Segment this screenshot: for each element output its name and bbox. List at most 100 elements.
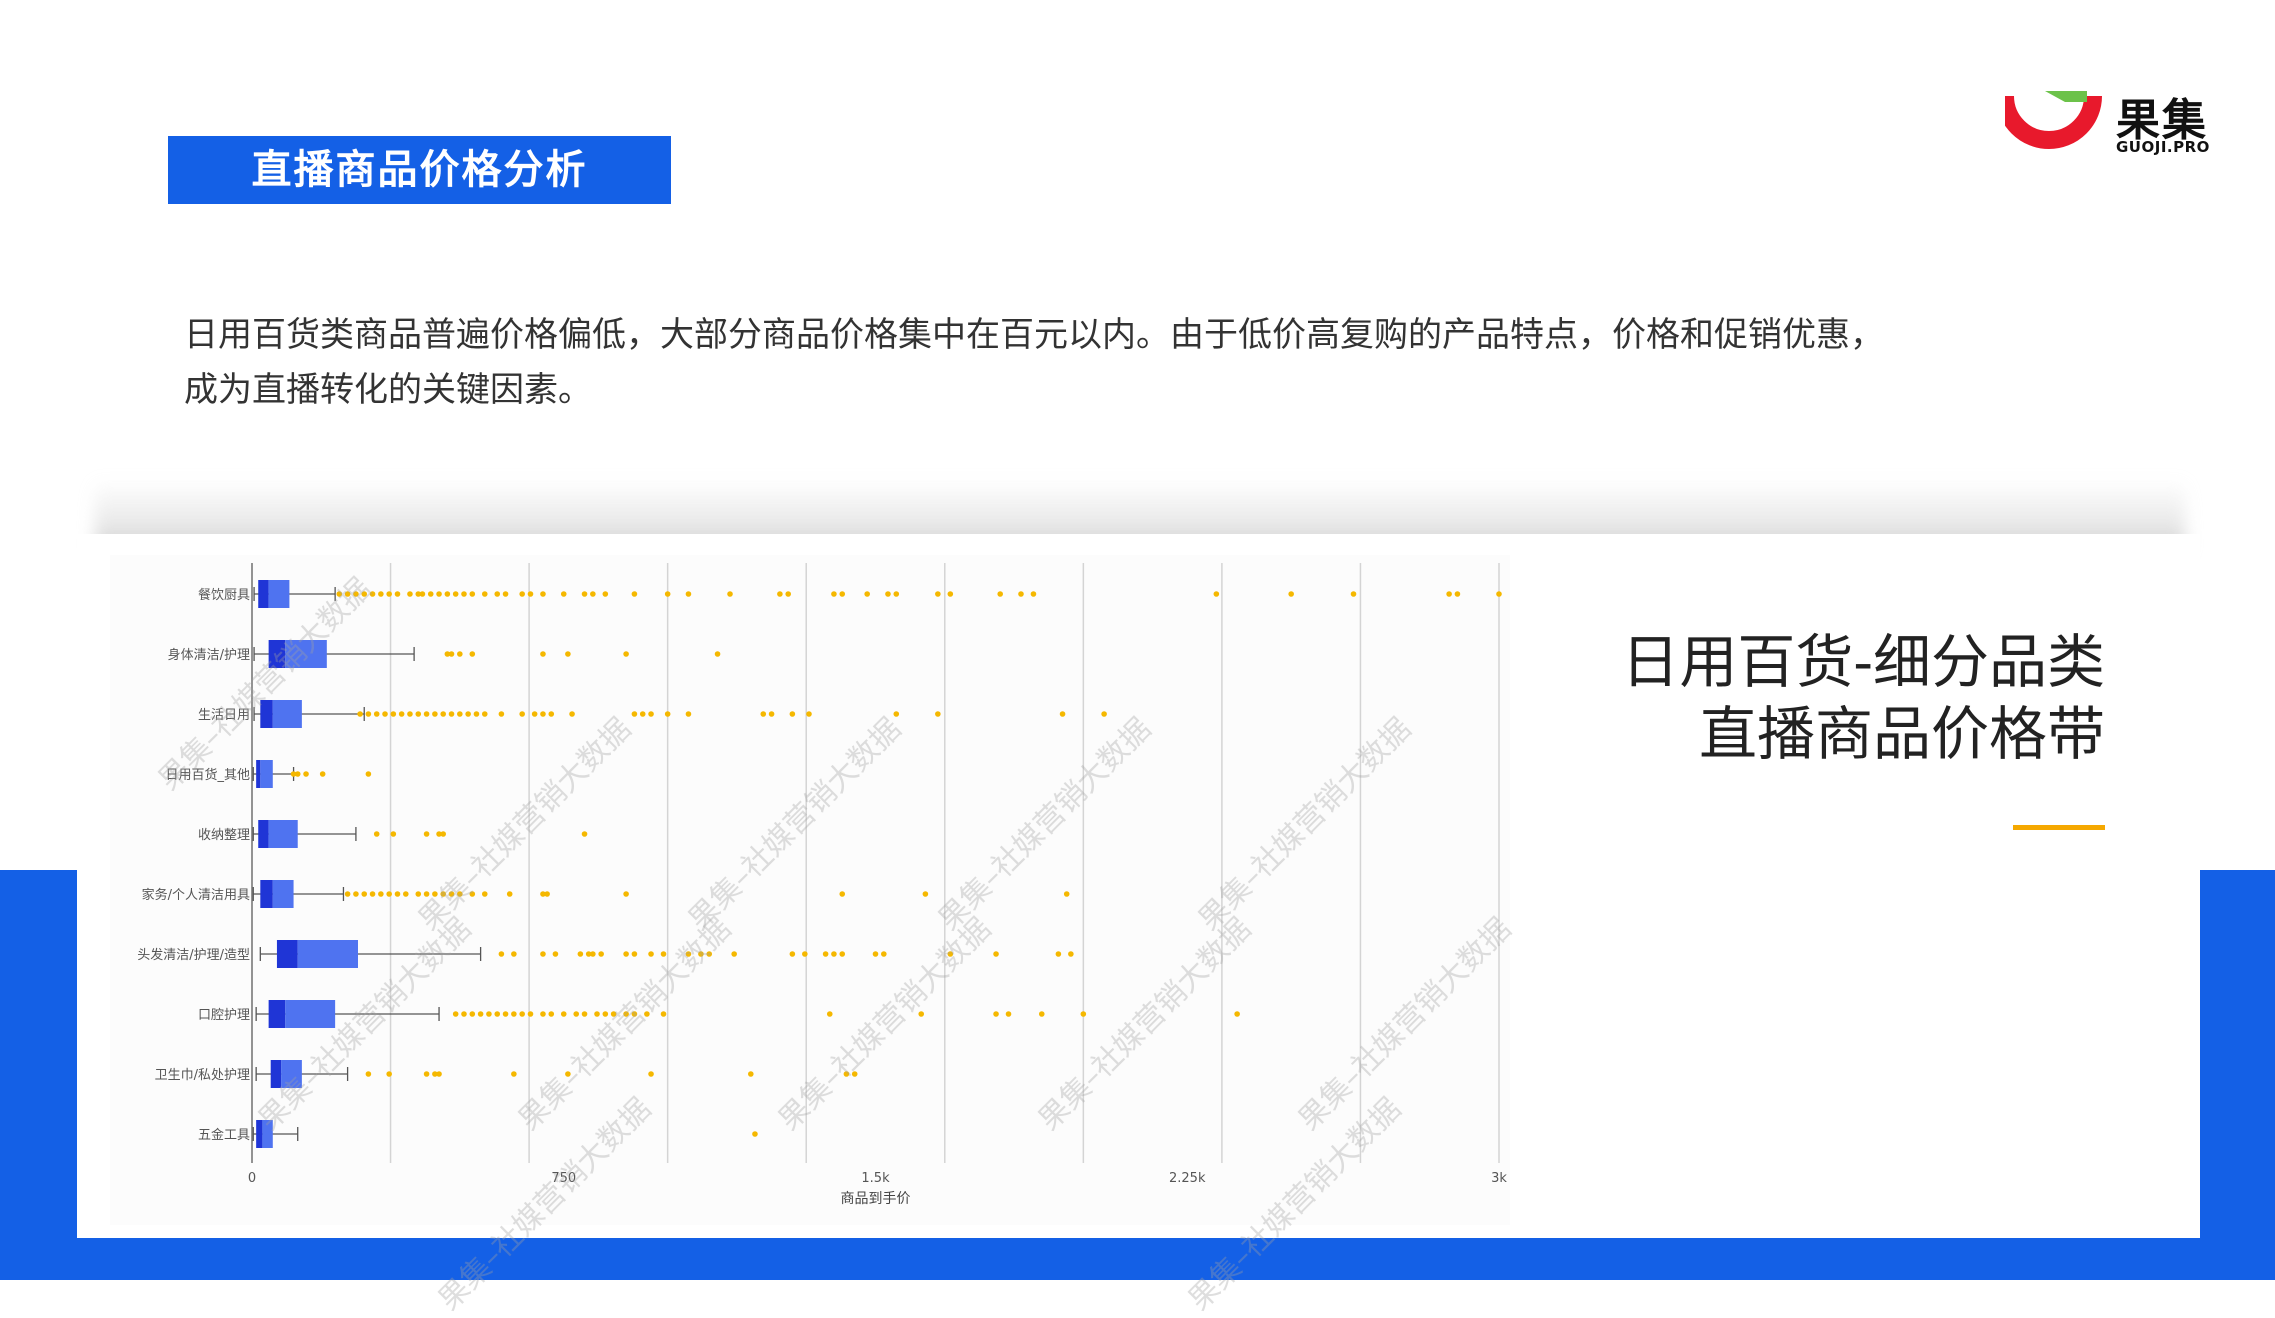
outlier-point bbox=[398, 711, 405, 717]
box-lower bbox=[276, 940, 298, 968]
outlier-point bbox=[822, 951, 829, 957]
outlier-point bbox=[631, 711, 638, 717]
outlier-point bbox=[432, 891, 438, 897]
outlier-point bbox=[494, 1011, 501, 1017]
outlier-point bbox=[664, 591, 671, 597]
outlier-point bbox=[1454, 591, 1461, 597]
outlier-point bbox=[511, 951, 517, 957]
outlier-point bbox=[511, 1071, 517, 1077]
box-upper bbox=[281, 1060, 302, 1088]
accent-underline bbox=[2013, 825, 2105, 830]
outlier-point bbox=[1059, 711, 1066, 717]
outlier-point bbox=[344, 891, 351, 897]
outlier-point bbox=[365, 711, 372, 717]
outlier-point bbox=[706, 951, 713, 957]
box-upper bbox=[285, 640, 327, 668]
outlier-point bbox=[369, 591, 376, 597]
outlier-point bbox=[577, 951, 584, 957]
outlier-point bbox=[540, 651, 546, 657]
outlier-point bbox=[1350, 591, 1357, 597]
outlier-point bbox=[440, 891, 447, 897]
outlier-point bbox=[531, 711, 538, 717]
outlier-point bbox=[386, 891, 392, 897]
outlier-point bbox=[648, 1071, 654, 1077]
outlier-point bbox=[502, 591, 509, 597]
outlier-point bbox=[731, 951, 737, 957]
outlier-point bbox=[864, 591, 870, 597]
category-label: 卫生巾/私处护理 bbox=[155, 1068, 250, 1083]
outlier-point bbox=[631, 591, 638, 597]
outlier-point bbox=[419, 591, 426, 597]
outlier-point bbox=[452, 1011, 459, 1017]
outlier-point bbox=[427, 591, 434, 597]
outlier-point bbox=[685, 711, 692, 717]
x-tick-label: 2.25k bbox=[1169, 1171, 1206, 1186]
outlier-point bbox=[498, 711, 505, 717]
outlier-point bbox=[768, 711, 775, 717]
outlier-point bbox=[390, 711, 397, 717]
outlier-point bbox=[590, 951, 596, 957]
outlier-point bbox=[402, 891, 409, 897]
box-lower bbox=[258, 580, 269, 608]
outlier-point bbox=[714, 651, 721, 657]
outlier-point bbox=[440, 831, 447, 837]
outlier-point bbox=[648, 951, 654, 957]
outlier-point bbox=[623, 951, 629, 957]
outlier-point bbox=[660, 951, 667, 957]
outlier-point bbox=[839, 891, 846, 897]
outlier-point bbox=[353, 891, 359, 897]
outlier-point bbox=[319, 771, 326, 777]
outlier-point bbox=[519, 591, 525, 597]
outlier-point bbox=[469, 651, 476, 657]
outlier-point bbox=[1080, 1011, 1087, 1017]
outlier-point bbox=[448, 891, 455, 897]
outlier-point bbox=[527, 1011, 534, 1017]
box-lower bbox=[260, 880, 273, 908]
outlier-point bbox=[498, 951, 505, 957]
side-title-line-2: 直播商品价格带 bbox=[1698, 700, 2105, 768]
outlier-point bbox=[831, 951, 837, 957]
outlier-point bbox=[698, 951, 704, 957]
box-lower bbox=[260, 700, 273, 728]
outlier-point bbox=[565, 1071, 571, 1077]
outlier-point bbox=[748, 1071, 754, 1077]
box-upper bbox=[297, 940, 358, 968]
outlier-point bbox=[365, 1071, 372, 1077]
outlier-point bbox=[357, 711, 363, 717]
outlier-point bbox=[540, 1011, 546, 1017]
x-axis-label: 商品到手价 bbox=[841, 1191, 911, 1207]
outlier-point bbox=[519, 711, 525, 717]
outlier-point bbox=[415, 711, 422, 717]
outlier-point bbox=[540, 591, 546, 597]
outlier-point bbox=[935, 591, 941, 597]
outlier-point bbox=[993, 951, 999, 957]
outlier-point bbox=[560, 1011, 567, 1017]
side-title: 日用百货-细分品类 直播商品价格带 bbox=[1621, 626, 2105, 770]
outlier-point bbox=[664, 711, 671, 717]
outlier-point bbox=[378, 591, 384, 597]
outlier-point bbox=[540, 951, 546, 957]
outlier-point bbox=[469, 591, 476, 597]
outlier-point bbox=[1101, 711, 1107, 717]
outlier-point bbox=[1068, 951, 1074, 957]
outlier-point bbox=[461, 591, 467, 597]
outlier-point bbox=[457, 711, 463, 717]
outlier-point bbox=[631, 951, 638, 957]
outlier-point bbox=[423, 711, 430, 717]
outlier-point bbox=[660, 1011, 667, 1017]
outlier-point bbox=[461, 1011, 467, 1017]
outlier-point bbox=[448, 711, 455, 717]
outlier-point bbox=[851, 1071, 858, 1077]
outlier-point bbox=[1030, 591, 1037, 597]
outlier-point bbox=[569, 711, 575, 717]
outlier-point bbox=[785, 591, 792, 597]
outlier-point bbox=[477, 1011, 484, 1017]
outlier-point bbox=[581, 591, 588, 597]
category-label: 餐饮厨具 bbox=[198, 587, 250, 603]
outlier-point bbox=[382, 711, 388, 717]
box-lower bbox=[258, 820, 269, 848]
outlier-point bbox=[935, 711, 941, 717]
outlier-point bbox=[893, 591, 900, 597]
outlier-point bbox=[378, 891, 384, 897]
outlier-point bbox=[465, 711, 471, 717]
